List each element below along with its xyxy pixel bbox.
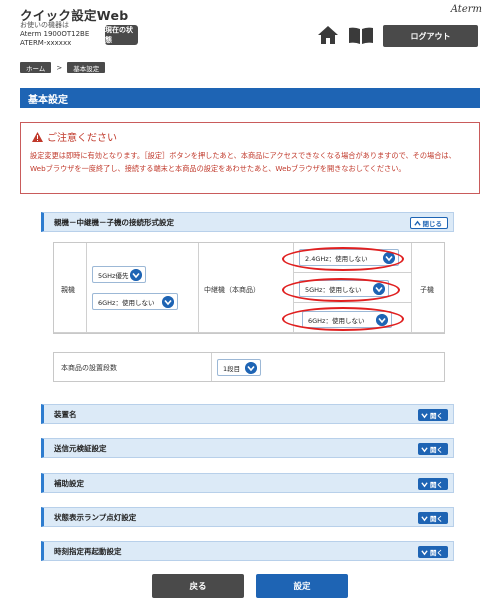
highlight-ring xyxy=(282,307,404,331)
section-connection-type: 親機－中継機－子機の接続形式設定 閉じる xyxy=(41,212,454,232)
notice-title: ご注意ください xyxy=(47,133,117,144)
section-auxiliary: 補助設定 開く xyxy=(41,473,454,493)
open-section-label: 開く xyxy=(430,412,443,420)
install-stage-label: 本商品の設置段数 xyxy=(61,364,117,372)
breadcrumb-separator: > xyxy=(56,63,63,72)
child-label-cell: 子機 xyxy=(412,243,444,333)
chevron-down-icon xyxy=(421,515,428,521)
parent-band-value: 5GHz優先 xyxy=(98,271,129,280)
breadcrumb-home[interactable]: ホーム xyxy=(20,62,52,73)
notice-body: 設定変更は即時に有効となります。［設定］ボタンを押したあと、本商品にアクセスでき… xyxy=(30,151,456,173)
section-device-name: 装置名 開く xyxy=(41,404,454,424)
chevron-down-icon xyxy=(130,269,142,281)
open-section-label: 開く xyxy=(430,515,443,523)
back-button[interactable]: 戻る xyxy=(152,574,244,598)
install-stage-table: 本商品の設置段数 1段目 xyxy=(53,352,445,382)
connection-table: 親機 5GHz優先 6GHz：使用しない 中継機（本商品） 2.4GHz：使用し… xyxy=(53,242,445,334)
install-stage-select[interactable]: 1段目 xyxy=(217,359,261,376)
parent-selects-cell: 5GHz優先 6GHz：使用しない xyxy=(87,243,199,333)
home-icon[interactable] xyxy=(318,26,338,44)
open-section-label: 開く xyxy=(430,549,443,557)
chevron-up-icon xyxy=(413,220,421,226)
open-section-label: 開く xyxy=(430,481,443,489)
parent-6ghz-value: 6GHz：使用しない xyxy=(98,298,155,307)
child-label: 子機 xyxy=(420,286,434,294)
header: クイック設定Web お使いの機器は Aterm 1900OT12BE ATERM… xyxy=(0,0,500,52)
brand-logo: Aterm xyxy=(450,4,482,15)
repeater-label-cell: 中継機（本商品） xyxy=(199,243,294,333)
section-scheduled-reboot: 時刻指定再起動設定 開く xyxy=(41,541,454,561)
parent-6ghz-select[interactable]: 6GHz：使用しない xyxy=(92,293,178,310)
section-title: 送信元検証設定 xyxy=(54,443,107,453)
parent-label: 親機 xyxy=(61,286,75,294)
close-section-button[interactable]: 閉じる xyxy=(409,217,448,229)
open-section-button[interactable]: 開く xyxy=(418,443,448,455)
breadcrumb: ホーム > 基本設定 xyxy=(20,62,106,73)
page-title: 基本設定 xyxy=(20,88,480,108)
section-title: 時刻指定再起動設定 xyxy=(54,546,122,556)
open-section-button[interactable]: 開く xyxy=(418,512,448,524)
highlight-ring xyxy=(282,247,404,271)
chevron-down-icon xyxy=(162,296,174,308)
section-title: 親機－中継機－子機の接続形式設定 xyxy=(54,217,174,227)
open-section-button[interactable]: 開く xyxy=(418,478,448,490)
highlight-ring xyxy=(282,278,400,302)
device-id: ATERM-xxxxxx xyxy=(20,39,72,47)
current-status-button[interactable]: 現在の状態 xyxy=(105,25,138,45)
breadcrumb-current: 基本設定 xyxy=(67,62,106,73)
parent-band-select[interactable]: 5GHz優先 xyxy=(92,266,146,283)
warning-icon xyxy=(32,131,43,142)
notice-box: ご注意ください 設定変更は即時に有効となります。［設定］ボタンを押したあと、本商… xyxy=(20,122,480,194)
parent-label-cell: 親機 xyxy=(54,243,87,333)
apply-settings-button[interactable]: 設定 xyxy=(256,574,348,598)
section-status-lamp: 状態表示ランプ点灯設定 開く xyxy=(41,507,454,527)
device-model: Aterm 1900OT12BE xyxy=(20,30,90,38)
section-title: 装置名 xyxy=(54,409,77,419)
repeater-label: 中継機（本商品） xyxy=(204,286,260,294)
section-title: 補助設定 xyxy=(54,478,84,488)
chevron-down-icon xyxy=(421,481,428,487)
install-label-cell: 本商品の設置段数 xyxy=(54,353,212,381)
open-section-button[interactable]: 開く xyxy=(418,409,448,421)
open-section-button[interactable]: 開く xyxy=(418,546,448,558)
open-section-label: 開く xyxy=(430,446,443,454)
section-source-verification: 送信元検証設定 開く xyxy=(41,438,454,458)
chevron-down-icon xyxy=(421,412,428,418)
section-title: 状態表示ランプ点灯設定 xyxy=(54,512,137,522)
chevron-down-icon xyxy=(421,549,428,555)
chevron-down-icon xyxy=(245,362,257,374)
notice-header: ご注意ください xyxy=(32,129,471,144)
close-section-label: 閉じる xyxy=(422,220,443,228)
manual-book-icon[interactable] xyxy=(348,27,374,44)
device-caption: お使いの機器は xyxy=(20,21,69,29)
chevron-down-icon xyxy=(421,446,428,452)
install-stage-value: 1段目 xyxy=(223,364,241,373)
logout-button[interactable]: ログアウト xyxy=(383,25,478,47)
